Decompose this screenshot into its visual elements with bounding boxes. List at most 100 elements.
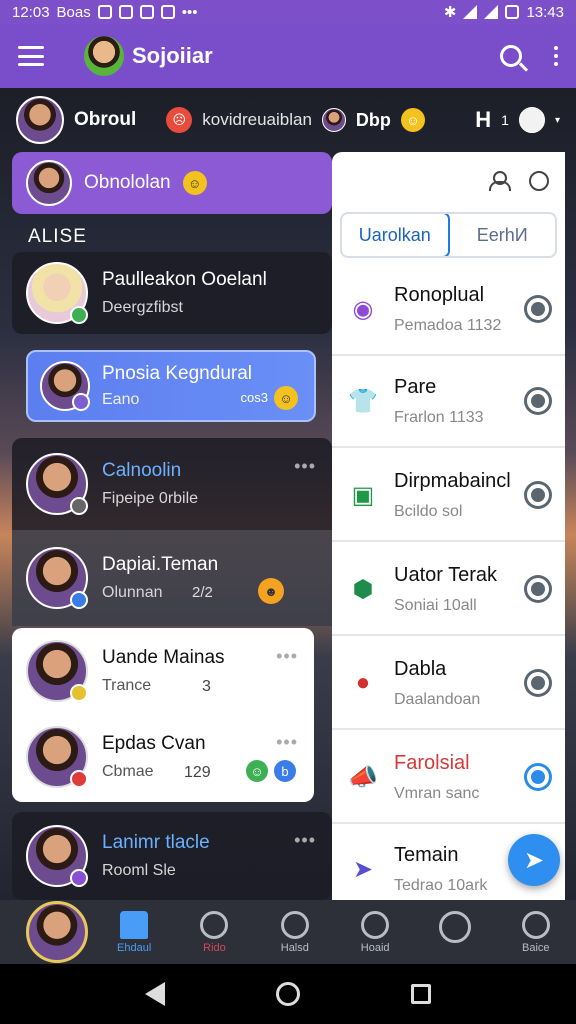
category-title: Pare (394, 375, 437, 398)
list-item[interactable]: Paulleakon Ooelanl Deergzfibst (12, 252, 332, 334)
back-icon[interactable] (145, 982, 166, 1006)
chat-extra: 3 (202, 678, 211, 695)
profile-avatar[interactable] (26, 901, 88, 963)
status-count: 1 (501, 112, 509, 128)
more-icon[interactable]: ••• (276, 646, 298, 667)
list-item[interactable]: Pnosia Kegndural Eano cos3 ☺ (26, 350, 316, 422)
notification-icon (97, 5, 112, 19)
category-title: Dirpmabaincl (394, 469, 511, 492)
settings-icon[interactable] (527, 578, 549, 600)
status-badge (70, 497, 88, 515)
bottom-nav: Ehdaul Rido Halsd Hoaid Baice (0, 900, 576, 964)
account-avatar[interactable] (518, 107, 545, 133)
category-subtitle: Vmran sanc (394, 784, 480, 802)
shirt-icon: 👕 (348, 387, 378, 415)
my-name: Obroul (74, 109, 137, 130)
chat-extra: 129 (184, 764, 211, 781)
signal-icon (484, 5, 499, 19)
app-title: Sojoiiar (132, 43, 213, 68)
status-more: ••• (181, 3, 198, 21)
status-badge (70, 684, 88, 702)
nav-item-person[interactable]: Halsd (260, 910, 330, 954)
active-chat[interactable]: Obnololan ☺ (12, 152, 332, 214)
tab-1[interactable]: EerhИ (450, 214, 556, 256)
more-icon[interactable]: ••• (294, 830, 316, 851)
app-bar: Sojoiiar (0, 24, 576, 88)
status-badge (70, 770, 88, 788)
camera-icon: ◉ (352, 295, 374, 323)
search-icon (200, 910, 229, 939)
apple-icon: ● (355, 669, 371, 696)
category-item[interactable]: ● Dabla Daalandoan (332, 638, 565, 730)
chat-icon[interactable] (529, 171, 549, 191)
home-button-icon[interactable] (275, 982, 300, 1006)
smile-emoji-icon: ☺ (274, 386, 298, 410)
category-title: Uator Terak (394, 563, 498, 586)
status-mark: H (475, 107, 492, 132)
status-text: kovidreuaiblan (202, 110, 312, 129)
home-icon (120, 910, 149, 939)
category-subtitle: Tedrao 10ark (394, 876, 488, 894)
status-tag: Dbp (355, 109, 391, 130)
list-item[interactable]: Calnoolin Fipeipe 0rbile ••• (12, 438, 332, 530)
nav-item-search[interactable]: Rido (179, 910, 249, 954)
category-item[interactable]: 📣 Farolsial Vmran sanc (332, 732, 565, 824)
chat-preview: Rooml Sle (102, 862, 176, 879)
user-icon (521, 910, 550, 939)
notification-icon (118, 5, 133, 19)
person-icon[interactable] (489, 171, 511, 191)
chat-name: Uande Mainas (102, 647, 225, 668)
chat-name: Paulleakon Ooelanl (102, 269, 267, 290)
nav-item-user[interactable]: Baice (501, 910, 571, 954)
chat-name: Pnosia Kegndural (102, 363, 252, 384)
emoji-icon: b (274, 760, 296, 782)
settings-icon[interactable] (527, 766, 549, 788)
recents-icon[interactable] (410, 984, 431, 1004)
status-carrier: Boas (56, 3, 91, 21)
list-item[interactable]: Lanimr tlacle Rooml Sle ••• (12, 812, 332, 900)
search-icon[interactable] (500, 45, 522, 67)
category-subtitle: Pemadoa 1132 (394, 316, 502, 334)
list-item[interactable]: Uande Mainas Trance 3 ••• (12, 628, 314, 714)
settings-icon[interactable] (527, 390, 549, 412)
settings-icon[interactable] (527, 484, 549, 506)
smile-emoji-icon: ☺ (182, 171, 207, 195)
settings-icon[interactable] (527, 298, 549, 320)
avatar (26, 640, 88, 702)
wifi-icon (463, 5, 478, 19)
notification-icon (139, 5, 154, 19)
list-item[interactable]: Dapiai.Teman Olunnan 2/2 ☻ (12, 530, 332, 626)
nav-item-home[interactable]: Ehdaul (99, 910, 169, 954)
nav-label: Baice (522, 941, 550, 954)
more-icon[interactable]: ••• (294, 456, 316, 477)
nav-label: Hoaid (360, 941, 390, 954)
nav-item-profile[interactable]: Hoaid (340, 910, 410, 954)
my-avatar[interactable] (16, 96, 64, 144)
chevron-down-icon[interactable]: ▾ (555, 115, 560, 126)
avatar (26, 726, 88, 788)
contact-avatar[interactable] (321, 108, 346, 132)
nav-label: Ehdaul (117, 941, 152, 954)
category-item[interactable]: ▣ Dirpmabaincl Bcildo sol (332, 450, 565, 542)
right-panel: Uarolkan EerhИ ◉ Ronoplual Pemadoa 1132 👕 Pa… (332, 152, 565, 916)
more-vert-icon[interactable] (554, 46, 558, 66)
send-icon: ➤ (352, 855, 374, 883)
tab-0[interactable]: Uarolkan (342, 214, 450, 256)
angry-emoji-icon: ☹ (166, 107, 193, 133)
battery-icon (505, 5, 520, 19)
category-title: Ronoplual (394, 283, 485, 306)
settings-icon[interactable] (527, 672, 549, 694)
category-item[interactable]: ⬢ Uator Terak Soniai 10all (332, 544, 565, 636)
list-item[interactable]: Epdas Cvan Cbmae 129 ☺ b ••• (12, 714, 314, 800)
nav-item-group[interactable] (420, 910, 490, 954)
more-icon[interactable]: ••• (276, 732, 298, 753)
category-item[interactable]: ◉ Ronoplual Pemadoa 1132 (332, 264, 565, 356)
send-fab-button[interactable]: ➤ (508, 834, 560, 886)
send-icon: ➤ (523, 846, 545, 874)
section-label: ALISE (28, 226, 87, 247)
laugh-emoji-icon: ☻ (258, 578, 284, 604)
profile-icon (361, 910, 390, 939)
category-item[interactable]: 👕 Pare Frarlon 1133 (332, 356, 565, 448)
hamburger-icon[interactable] (18, 46, 44, 66)
system-nav-bar (0, 964, 576, 1024)
